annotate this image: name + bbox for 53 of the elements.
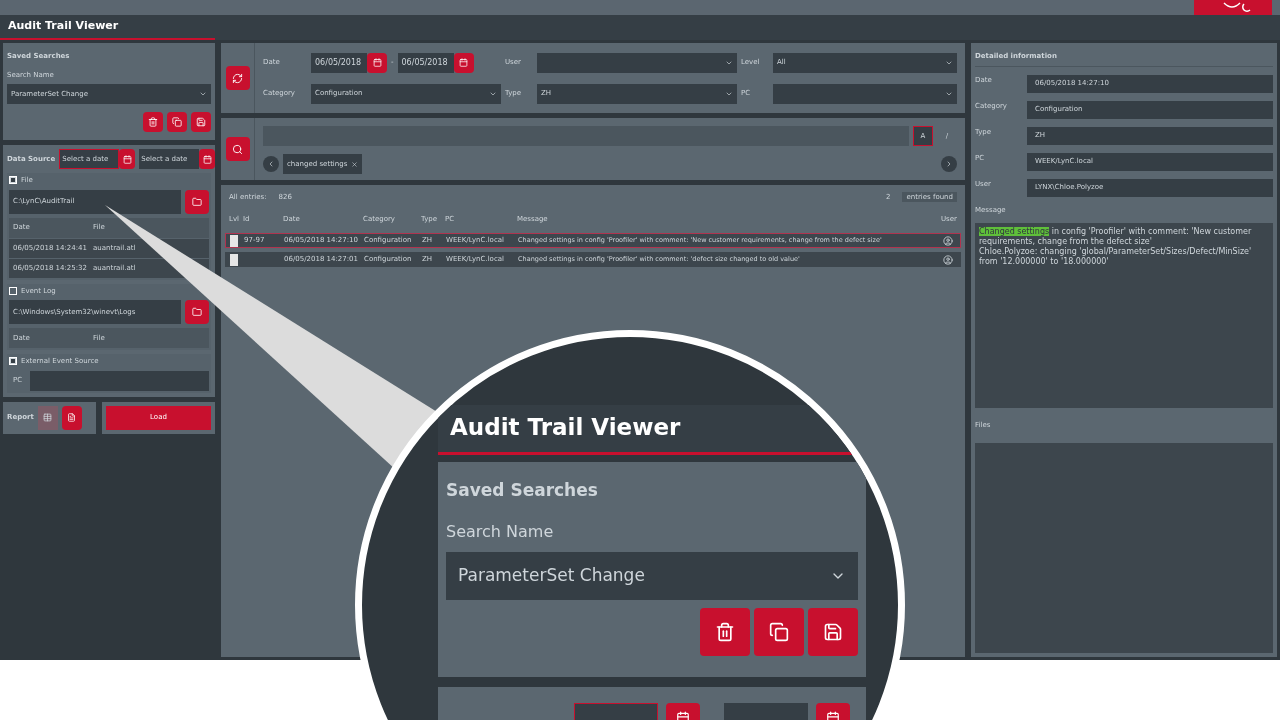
folder-icon [192, 307, 202, 317]
document-icon [67, 413, 77, 422]
window-title: Audit Trail Viewer [450, 412, 681, 442]
copy-button[interactable] [167, 112, 187, 132]
checkbox[interactable] [9, 357, 17, 366]
save-icon [196, 117, 206, 127]
calendar-icon [372, 58, 382, 67]
browse-button[interactable] [185, 189, 209, 214]
calendar-button[interactable] [119, 149, 136, 169]
calendar-button[interactable] [199, 149, 216, 169]
copy-icon [769, 621, 789, 642]
message-text: Changed settings in config 'Proofiler' with comment: 'New customer requirements, change from the defect size' [979, 227, 1253, 247]
date-field[interactable]: 06/05/2018 [397, 52, 454, 73]
delete-button[interactable] [143, 112, 163, 132]
save-icon [823, 621, 843, 642]
chevron-left-icon [267, 160, 275, 168]
copy-icon [172, 117, 182, 127]
search-icon [232, 143, 243, 155]
section-title: Saved Searches [446, 479, 599, 502]
search-button[interactable] [225, 137, 250, 161]
remove-icon [351, 160, 359, 168]
table-icon [43, 413, 53, 422]
calendar-icon [122, 154, 132, 164]
checkbox[interactable] [9, 286, 17, 295]
message-text: Chloe.Polyzoe: changing 'global/ParameterSet/Sizes/Defect/MinSize' from '12.000000' to '18.000000' [979, 247, 1253, 267]
table-report-button[interactable] [37, 405, 58, 430]
browse-button[interactable] [185, 300, 209, 324]
save-button[interactable] [808, 607, 858, 656]
user-icon [940, 235, 956, 246]
save-button[interactable] [191, 112, 211, 132]
refresh-icon [232, 72, 243, 84]
folder-icon [192, 196, 202, 207]
level-indicator [230, 234, 238, 247]
level-indicator [230, 253, 238, 266]
caret-icon [199, 90, 207, 98]
window-title: Audit Trail Viewer [8, 18, 119, 35]
pdf-report-button[interactable] [61, 405, 82, 430]
delete-button[interactable] [700, 607, 750, 656]
calendar-icon [202, 154, 212, 164]
logo-icon [1194, 0, 1272, 15]
pc-field[interactable] [30, 370, 209, 391]
chevron-right-icon [945, 160, 953, 168]
calendar-button[interactable] [453, 52, 474, 73]
field-label: Search Name [446, 520, 555, 543]
date-field[interactable]: 06/05/2018 [311, 52, 367, 73]
checkbox[interactable] [9, 176, 17, 185]
search-name-dropdown[interactable]: ParameterSet Change [446, 551, 858, 600]
calendar-icon [459, 58, 469, 67]
trash-icon [715, 621, 735, 642]
trash-icon [148, 117, 158, 127]
copy-button[interactable] [754, 607, 804, 656]
refresh-button[interactable] [225, 66, 250, 90]
user-icon [940, 254, 956, 265]
